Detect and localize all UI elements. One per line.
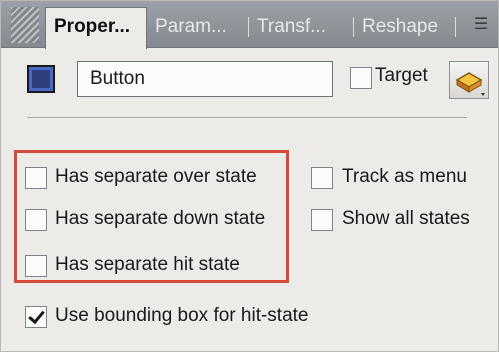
down-state-checkbox[interactable] <box>25 209 47 231</box>
tab-parameters[interactable]: Param... <box>155 8 241 48</box>
tab-separator <box>353 17 354 37</box>
target-checkbox[interactable] <box>350 67 372 89</box>
target-label: Target <box>375 65 428 86</box>
over-state-label: Has separate over state <box>55 166 257 187</box>
color-swatch-icon[interactable] <box>27 65 55 93</box>
hit-state-label: Has separate hit state <box>55 254 240 275</box>
hit-state-checkbox[interactable] <box>25 255 47 277</box>
bounding-box-label: Use bounding box for hit-state <box>55 305 309 326</box>
instance-name-input[interactable]: Button <box>77 61 333 97</box>
track-as-menu-checkbox[interactable] <box>311 167 333 189</box>
show-all-states-label: Show all states <box>342 208 470 229</box>
track-as-menu-label: Track as menu <box>342 166 467 187</box>
bounding-box-checkbox[interactable] <box>25 306 47 328</box>
tab-separator <box>248 17 249 37</box>
over-state-checkbox[interactable] <box>25 167 47 189</box>
tab-properties[interactable]: Proper... <box>45 7 147 49</box>
panel-menu-icon[interactable]: ☰ <box>471 15 491 35</box>
properties-panel: Proper... Param... Transf... Reshape ☰ B… <box>0 0 499 352</box>
tab-separator <box>455 17 456 37</box>
button-symbol-icon[interactable] <box>449 61 489 99</box>
tab-reshape[interactable]: Reshape <box>362 8 448 48</box>
button-symbol-graphic <box>455 72 485 96</box>
down-state-label: Has separate down state <box>55 208 266 229</box>
show-all-states-checkbox[interactable] <box>311 209 333 231</box>
divider <box>27 117 467 118</box>
grip-icon[interactable] <box>11 7 39 43</box>
tab-bar: Proper... Param... Transf... Reshape ☰ <box>1 1 498 49</box>
tab-transform[interactable]: Transf... <box>257 8 345 48</box>
